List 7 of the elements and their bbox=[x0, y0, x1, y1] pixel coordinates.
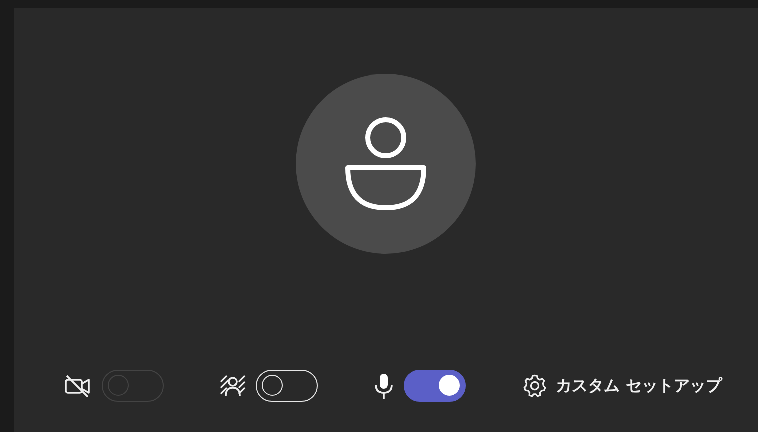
person-icon bbox=[344, 116, 428, 212]
microphone-icon bbox=[374, 372, 394, 400]
toggle-switch[interactable] bbox=[404, 370, 466, 402]
settings-icon bbox=[522, 373, 548, 399]
camera-off-icon bbox=[64, 374, 92, 398]
custom-setup-button[interactable]: カスタム セットアップ bbox=[522, 373, 722, 399]
background-effects-icon bbox=[220, 374, 246, 398]
